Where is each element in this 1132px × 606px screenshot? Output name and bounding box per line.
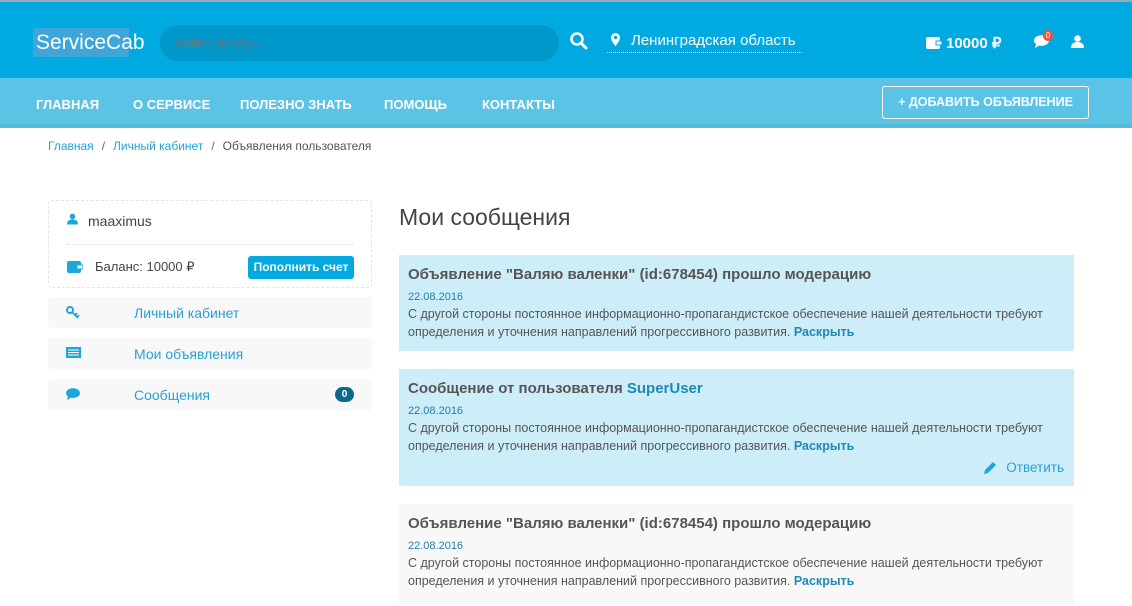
user-balance: Баланс: 10000 ₽ [67,259,195,275]
comment-icon [66,388,80,400]
message-body: С другой стороны постоянное информационн… [408,419,1065,455]
sidebar-item-listings[interactable]: Мои объявления [48,338,372,369]
logo[interactable]: ServiceCab [33,28,145,57]
user-icon [67,213,78,225]
user-card: maaximus Баланс: 10000 ₽ Пополнить счет [48,200,372,288]
username: maaximus [67,213,152,229]
header: ServiceCab Ленинградская область 10000 ₽… [0,0,1132,78]
message-body: С другой стороны постоянное информационн… [408,305,1065,341]
key-icon [66,306,80,319]
breadcrumb-cabinet[interactable]: Личный кабинет [113,139,203,153]
username-text: maaximus [88,213,152,229]
nav-home[interactable]: ГЛАВНАЯ [36,97,99,112]
location-label: Ленинградская область [631,32,796,49]
messages-badge: 0 [1043,30,1053,41]
nav-help[interactable]: ПОМОЩЬ [384,97,447,112]
message-item: Сообщение от пользователя SuperUser 22.0… [399,369,1074,486]
message-date: 22.08.2016 [408,540,464,552]
list-icon [66,347,81,358]
reply-button[interactable]: Ответить [984,460,1064,475]
message-item: Объявление "Валяю валенки" (id:678454) п… [399,504,1074,604]
sidebar-item-messages[interactable]: Сообщения 0 [48,379,372,410]
breadcrumb-current: Объявления пользователя [222,139,372,153]
message-text: С другой стороны постоянное информационн… [408,307,1043,339]
message-title: Объявление "Валяю валенки" (id:678454) п… [408,266,872,283]
message-date: 22.08.2016 [408,291,464,303]
nav-contacts[interactable]: КОНТАКТЫ [482,97,555,112]
message-title: Объявление "Валяю валенки" (id:678454) п… [408,515,872,532]
message-date: 22.08.2016 [408,405,464,417]
message-title-text: Сообщение от пользователя [408,380,627,397]
messages-count-badge: 0 [335,387,354,402]
reply-label: Ответить [1006,460,1064,475]
message-text: С другой стороны постоянное информационн… [408,556,1043,588]
sidebar-item-label: Личный кабинет [134,305,240,321]
search-icon[interactable] [569,31,588,50]
search-input[interactable] [160,25,559,61]
message-text: С другой стороны постоянное информационн… [408,421,1043,453]
message-item: Объявление "Валяю валенки" (id:678454) п… [399,255,1074,351]
breadcrumb-home[interactable]: Главная [48,139,94,153]
nav-useful[interactable]: ПОЛЕЗНО ЗНАТЬ [240,97,352,112]
pencil-icon [984,462,997,474]
nav-about[interactable]: О СЕРВИСЕ [133,97,210,112]
sidebar-item-label: Мои объявления [134,346,244,362]
map-marker-icon [611,33,620,46]
expand-link[interactable]: Раскрыть [794,325,854,339]
expand-link[interactable]: Раскрыть [794,574,854,588]
header-balance-value: 10000 ₽ [946,35,1002,52]
divider [67,244,353,245]
sender-link[interactable]: SuperUser [627,380,703,397]
wallet-icon [67,261,83,273]
add-listing-button[interactable]: + ДОБАВИТЬ ОБЪЯВЛЕНИЕ [882,86,1089,119]
user-icon[interactable] [1071,35,1084,48]
message-body: С другой стороны постоянное информационн… [408,554,1065,590]
wallet-icon [926,37,942,49]
header-balance[interactable]: 10000 ₽ [926,34,1001,52]
page-title: Мои сообщения [399,204,571,230]
location-selector[interactable]: Ленинградская область [607,32,802,53]
sidebar-item-cabinet[interactable]: Личный кабинет [48,297,372,328]
user-balance-text: Баланс: 10000 ₽ [95,259,195,274]
breadcrumb: Главная / Личный кабинет / Объявления пользо… [48,139,372,153]
expand-link[interactable]: Раскрыть [794,439,854,453]
sidebar-item-label: Сообщения [134,387,210,403]
topup-button[interactable]: Пополнить счет [248,256,354,279]
message-title: Сообщение от пользователя SuperUser [408,379,1065,399]
